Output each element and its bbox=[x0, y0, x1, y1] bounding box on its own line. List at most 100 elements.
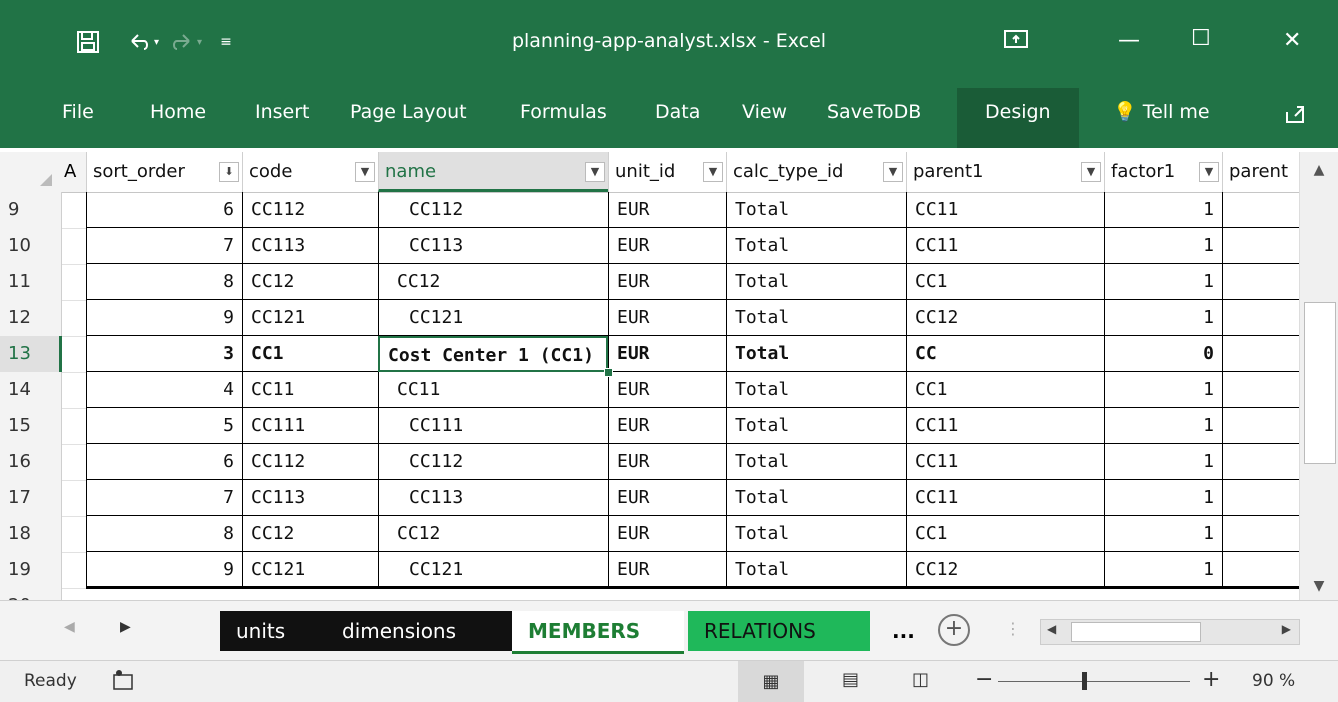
cell-sort-order[interactable]: 8 bbox=[86, 516, 242, 552]
cell-parent[interactable] bbox=[1222, 192, 1300, 228]
zoom-slider[interactable] bbox=[998, 672, 1190, 690]
column-header-sort-order[interactable]: sort_order ⬇ bbox=[86, 152, 242, 192]
normal-view-icon[interactable]: ▦ bbox=[738, 661, 804, 702]
empty-cell[interactable] bbox=[62, 480, 86, 517]
cell-unit-id[interactable]: EUR bbox=[608, 480, 726, 516]
cell-sort-order[interactable]: 6 bbox=[86, 192, 242, 228]
cell-code[interactable]: CC11 bbox=[242, 372, 378, 408]
select-all-corner[interactable]: A bbox=[0, 152, 76, 192]
zoom-out-icon[interactable]: − bbox=[975, 667, 993, 692]
scroll-left-icon[interactable]: ◀ bbox=[64, 619, 75, 635]
cell-name[interactable]: CC121 bbox=[378, 300, 608, 336]
tab-insert[interactable]: Insert bbox=[255, 88, 310, 148]
cell-unit-id[interactable]: EUR bbox=[608, 336, 726, 372]
cell-sort-order[interactable]: 6 bbox=[86, 444, 242, 480]
page-break-view-icon[interactable]: ◫ bbox=[912, 669, 929, 690]
tab-savetodb[interactable]: SaveToDB bbox=[827, 88, 921, 148]
row-header[interactable]: 15 bbox=[0, 408, 62, 444]
filter-dropdown-icon[interactable]: ▼ bbox=[703, 162, 723, 182]
cell-name[interactable]: CC111 bbox=[378, 408, 608, 444]
row-header[interactable]: 20 bbox=[0, 588, 62, 600]
fill-handle[interactable] bbox=[604, 368, 613, 377]
cell-parent[interactable] bbox=[1222, 552, 1300, 588]
cell-code[interactable]: CC12 bbox=[242, 516, 378, 552]
empty-cell[interactable] bbox=[62, 336, 86, 373]
filter-dropdown-icon[interactable]: ▼ bbox=[355, 162, 375, 182]
cell-sort-order[interactable]: 7 bbox=[86, 480, 242, 516]
cell-sort-order[interactable]: 5 bbox=[86, 408, 242, 444]
cell-name[interactable]: CC112 bbox=[378, 444, 608, 480]
cell-parent1[interactable]: CC11 bbox=[906, 408, 1104, 444]
cell-name[interactable]: CC113 bbox=[378, 480, 608, 516]
cell-code[interactable]: CC111 bbox=[242, 408, 378, 444]
tab-data[interactable]: Data bbox=[655, 88, 700, 148]
cell-name[interactable]: CC12 bbox=[378, 264, 608, 300]
filter-dropdown-icon[interactable]: ▼ bbox=[883, 162, 903, 182]
row-header[interactable]: 16 bbox=[0, 444, 62, 480]
cell-factor1[interactable]: 1 bbox=[1104, 444, 1222, 480]
cell-calc-type-id[interactable]: Total bbox=[726, 192, 906, 228]
cell-parent1[interactable]: CC11 bbox=[906, 444, 1104, 480]
empty-cell[interactable] bbox=[62, 444, 86, 481]
empty-cell[interactable] bbox=[62, 192, 86, 229]
tab-design[interactable]: Design bbox=[957, 88, 1079, 148]
zoom-thumb[interactable] bbox=[1082, 672, 1087, 690]
column-header-parent[interactable]: parent bbox=[1222, 152, 1300, 192]
row-header[interactable]: 17 bbox=[0, 480, 62, 516]
sort-filter-icon[interactable]: ⬇ bbox=[219, 162, 239, 182]
cell-factor1[interactable]: 1 bbox=[1104, 372, 1222, 408]
column-header-factor1[interactable]: factor1 ▼ bbox=[1104, 152, 1222, 192]
cell-name[interactable]: CC112 bbox=[378, 192, 608, 228]
cell-name-selected[interactable]: Cost Center 1 (CC1) bbox=[378, 336, 608, 372]
maximize-icon[interactable]: ☐ bbox=[1191, 26, 1211, 51]
cell-parent1[interactable]: CC bbox=[906, 336, 1104, 372]
cell-name[interactable]: CC121 bbox=[378, 552, 608, 588]
cell-code[interactable]: CC12 bbox=[242, 264, 378, 300]
page-layout-view-icon[interactable]: ▤ bbox=[842, 669, 859, 690]
tab-file[interactable]: File bbox=[62, 88, 94, 148]
cell-parent1[interactable]: CC11 bbox=[906, 192, 1104, 228]
empty-cell[interactable] bbox=[62, 300, 86, 337]
cell-calc-type-id[interactable]: Total bbox=[726, 516, 906, 552]
cell-sort-order[interactable]: 3 bbox=[86, 336, 242, 372]
scroll-right-icon[interactable]: ▶ bbox=[120, 619, 131, 635]
cell-calc-type-id[interactable]: Total bbox=[726, 552, 906, 588]
row-header[interactable]: 11 bbox=[0, 264, 62, 300]
column-header-parent1[interactable]: parent1 ▼ bbox=[906, 152, 1104, 192]
empty-cell[interactable] bbox=[62, 264, 86, 301]
cell-parent[interactable] bbox=[1222, 336, 1300, 372]
cell-parent[interactable] bbox=[1222, 300, 1300, 336]
tab-view[interactable]: View bbox=[742, 88, 787, 148]
cell-unit-id[interactable]: EUR bbox=[608, 192, 726, 228]
cell-parent1[interactable]: CC1 bbox=[906, 516, 1104, 552]
cell-unit-id[interactable]: EUR bbox=[608, 408, 726, 444]
cell-code[interactable]: CC113 bbox=[242, 480, 378, 516]
cell-parent[interactable] bbox=[1222, 264, 1300, 300]
cell-calc-type-id[interactable]: Total bbox=[726, 480, 906, 516]
cell-parent1[interactable]: CC1 bbox=[906, 372, 1104, 408]
splitter-icon[interactable]: ⋮ bbox=[1005, 619, 1021, 638]
cell-factor1[interactable]: 1 bbox=[1104, 516, 1222, 552]
cell-unit-id[interactable]: EUR bbox=[608, 444, 726, 480]
cell-factor1[interactable]: 1 bbox=[1104, 300, 1222, 336]
cell-parent[interactable] bbox=[1222, 408, 1300, 444]
row-header[interactable]: 10 bbox=[0, 228, 62, 264]
cell-factor1[interactable]: 0 bbox=[1104, 336, 1222, 372]
empty-cell[interactable] bbox=[62, 228, 86, 265]
cell-parent1[interactable]: CC11 bbox=[906, 480, 1104, 516]
tell-me[interactable]: 💡 Tell me bbox=[1113, 88, 1210, 148]
cell-factor1[interactable]: 1 bbox=[1104, 408, 1222, 444]
cell-unit-id[interactable]: EUR bbox=[608, 264, 726, 300]
cell-parent1[interactable]: CC12 bbox=[906, 552, 1104, 588]
scroll-up-icon[interactable]: ▲ bbox=[1300, 152, 1338, 188]
empty-cell[interactable] bbox=[62, 516, 86, 553]
empty-cell[interactable] bbox=[62, 408, 86, 445]
cell-sort-order[interactable]: 7 bbox=[86, 228, 242, 264]
filter-dropdown-icon[interactable]: ▼ bbox=[1081, 162, 1101, 182]
cell-unit-id[interactable]: EUR bbox=[608, 516, 726, 552]
cell-code[interactable]: CC113 bbox=[242, 228, 378, 264]
column-header-unit-id[interactable]: unit_id ▼ bbox=[608, 152, 726, 192]
cell-calc-type-id[interactable]: Total bbox=[726, 300, 906, 336]
cell-name[interactable]: CC113 bbox=[378, 228, 608, 264]
cell-unit-id[interactable]: EUR bbox=[608, 228, 726, 264]
